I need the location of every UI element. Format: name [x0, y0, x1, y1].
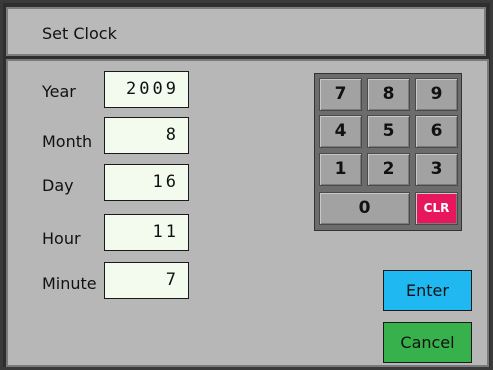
key-8[interactable]: 8 [367, 78, 410, 111]
hour-field[interactable]: 11 [104, 214, 189, 251]
cancel-button[interactable]: Cancel [383, 322, 472, 363]
set-clock-panel: Year 2009 Month 8 Day 16 Hour 11 Minute … [6, 59, 489, 367]
clear-key[interactable]: CLR [415, 192, 458, 225]
numeric-keypad: 7 8 9 4 5 6 1 2 3 0 CLR [314, 73, 462, 231]
month-label: Month [42, 132, 93, 151]
key-1[interactable]: 1 [319, 153, 362, 186]
year-field[interactable]: 2009 [104, 71, 189, 108]
minute-label: Minute [42, 274, 97, 293]
year-label: Year [42, 82, 76, 101]
day-label: Day [42, 176, 74, 195]
key-4[interactable]: 4 [319, 115, 362, 148]
enter-button[interactable]: Enter [383, 270, 472, 311]
key-7[interactable]: 7 [319, 78, 362, 111]
key-5[interactable]: 5 [367, 115, 410, 148]
minute-field[interactable]: 7 [104, 262, 189, 299]
day-field[interactable]: 16 [104, 164, 189, 201]
key-9[interactable]: 9 [415, 78, 458, 111]
window-title: Set Clock [42, 24, 117, 43]
key-6[interactable]: 6 [415, 115, 458, 148]
key-3[interactable]: 3 [415, 153, 458, 186]
key-2[interactable]: 2 [367, 153, 410, 186]
hour-label: Hour [42, 229, 81, 248]
month-field[interactable]: 8 [104, 117, 189, 154]
key-0[interactable]: 0 [319, 192, 410, 225]
title-bar: Set Clock [6, 7, 486, 56]
